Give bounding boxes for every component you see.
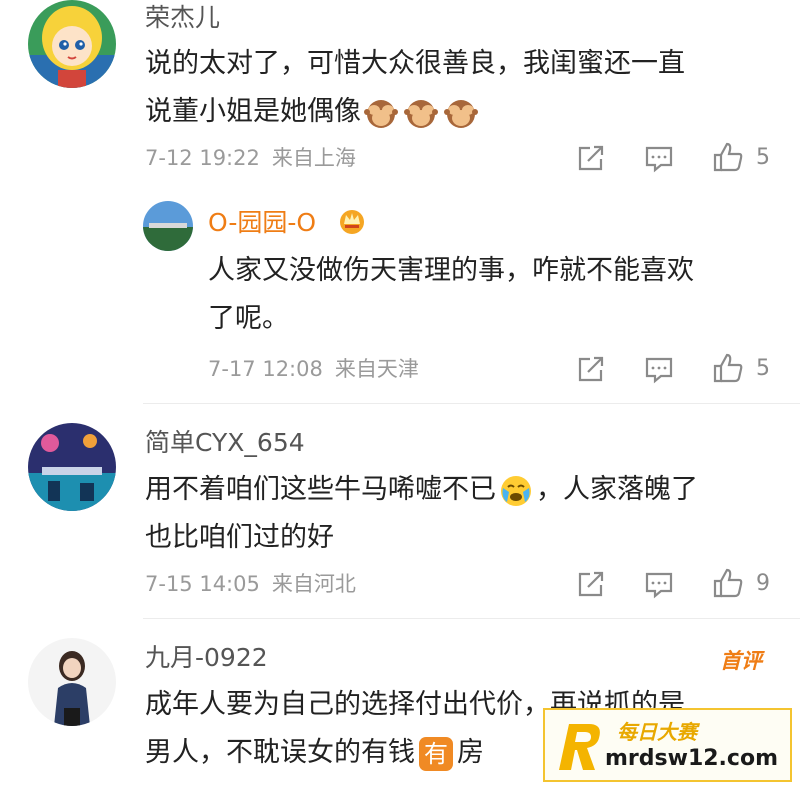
comment-meta: 7-17 12:08 来自天津 bbox=[208, 356, 419, 382]
comment-line-text: 男人，不耽误女的有钱 bbox=[145, 737, 415, 768]
divider bbox=[143, 618, 800, 619]
comment-line: 了呢。 bbox=[208, 303, 289, 334]
like-count: 9 bbox=[756, 571, 770, 596]
comment-line: 说董小姐是她偶像 bbox=[145, 88, 685, 136]
username[interactable]: 九月-0922 bbox=[145, 643, 268, 673]
username[interactable]: 简单CYX_654 bbox=[145, 428, 305, 458]
comment-location: 来自上海 bbox=[271, 146, 356, 170]
comment-location: 来自天津 bbox=[334, 357, 419, 381]
comment-line-text: ，人家落魄了 bbox=[536, 474, 698, 505]
comment-icon[interactable] bbox=[643, 568, 675, 600]
divider bbox=[143, 403, 800, 404]
comment-time: 7-17 12:08 bbox=[208, 357, 323, 381]
avatar[interactable] bbox=[143, 201, 193, 251]
comment-line: 也比咱们过的好 bbox=[145, 522, 334, 553]
comment-location: 来自河北 bbox=[271, 572, 356, 596]
avatar[interactable] bbox=[28, 638, 116, 726]
see-no-evil-monkey-icon bbox=[404, 96, 438, 130]
username[interactable]: 荣杰儿 bbox=[145, 3, 220, 33]
watermark-url: mrdsw12.com bbox=[605, 746, 778, 771]
comment-text: 人家又没做伤天害理的事，咋就不能喜欢 了呢。 bbox=[208, 247, 694, 343]
comment-text: 用不着咱们这些牛马唏嘘不已 ，人家落魄了 也比咱们过的好 bbox=[145, 466, 698, 562]
comment-line-text: 房 bbox=[457, 737, 484, 768]
comment-line-text: 说董小姐是她偶像 bbox=[145, 96, 361, 127]
username[interactable]: O-园园-O bbox=[208, 208, 316, 238]
you-badge-icon: 有 bbox=[419, 736, 453, 771]
watermark-logo-icon bbox=[553, 718, 609, 774]
comment-icon[interactable] bbox=[643, 353, 675, 385]
comment-line: 说的太对了，可惜大众很善良，我闺蜜还一直 bbox=[145, 48, 685, 79]
crying-face-icon bbox=[499, 474, 533, 508]
see-no-evil-monkey-icon bbox=[444, 96, 478, 130]
comment-line: 用不着咱们这些牛马唏嘘不已 ，人家落魄了 bbox=[145, 466, 698, 514]
comment-meta: 7-15 14:05 来自河北 bbox=[145, 571, 356, 597]
avatar[interactable] bbox=[28, 0, 116, 88]
like-icon[interactable] bbox=[712, 352, 744, 384]
comment-line-text: 用不着咱们这些牛马唏嘘不已 bbox=[145, 474, 496, 505]
first-comment-badge: 首评 bbox=[720, 649, 762, 673]
like-count: 5 bbox=[756, 145, 770, 170]
watermark-title: 每日大赛 bbox=[617, 720, 697, 744]
comment-meta: 7-12 19:22 来自上海 bbox=[145, 145, 356, 171]
see-no-evil-monkey-icon bbox=[364, 96, 398, 130]
comment-time: 7-15 14:05 bbox=[145, 572, 260, 596]
like-icon[interactable] bbox=[712, 141, 744, 173]
comment-time: 7-12 19:22 bbox=[145, 146, 260, 170]
repost-icon[interactable] bbox=[575, 568, 607, 600]
like-count: 5 bbox=[756, 356, 770, 381]
site-watermark: 每日大赛 mrdsw12.com bbox=[543, 708, 792, 782]
like-icon[interactable] bbox=[712, 567, 744, 599]
comment-text: 说的太对了，可惜大众很善良，我闺蜜还一直 说董小姐是她偶像 bbox=[145, 40, 685, 136]
comment-icon[interactable] bbox=[643, 142, 675, 174]
comment-line: 人家又没做伤天害理的事，咋就不能喜欢 bbox=[208, 255, 694, 286]
repost-icon[interactable] bbox=[575, 353, 607, 385]
avatar[interactable] bbox=[28, 423, 116, 511]
crown-vip-icon bbox=[337, 206, 367, 234]
repost-icon[interactable] bbox=[575, 142, 607, 174]
